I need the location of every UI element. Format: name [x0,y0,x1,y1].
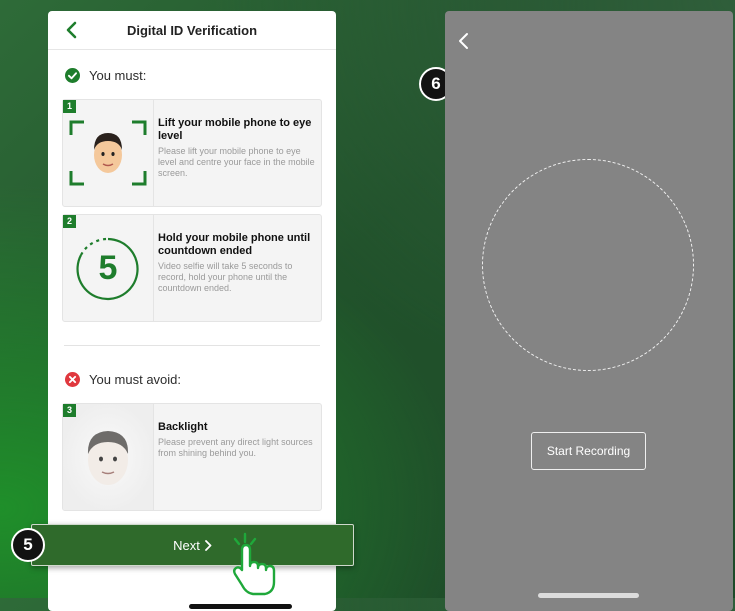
camera-screen: Start Recording [445,11,733,611]
instruction-card-3: 3 Backlight Please prevent any direct li… [62,403,322,511]
step-number: 2 [63,215,76,228]
instruction-description: Please lift your mobile phone to eye lev… [158,146,315,178]
step-number: 1 [63,100,76,113]
avoid-label: You must avoid: [89,372,182,387]
instruction-title: Lift your mobile phone to eye level [158,117,312,142]
section-divider [64,345,320,346]
verification-screen: Digital ID Verification You must: 1 Lift… [48,11,336,611]
countdown-number: 5 [98,249,118,287]
instruction-title: Backlight [158,421,208,433]
next-label: Next [173,537,200,553]
instruction-title: Hold your mobile phone until countdown e… [158,232,311,257]
instruction-description: Please prevent any direct light sources … [158,437,313,458]
instruction-card-2: 5 2 Hold your mobile phone until countdo… [62,214,322,322]
app-header: Digital ID Verification [48,11,336,50]
back-chevron-icon[interactable] [456,32,472,50]
backlight-face-illustration [63,404,154,510]
back-chevron-icon[interactable] [62,20,82,40]
instruction-card-1: 1 Lift your mobile phone to eye level Pl… [62,99,322,207]
page-title: Digital ID Verification [126,22,258,38]
home-indicator [538,593,639,598]
x-circle-icon [65,372,80,387]
must-section-heading: You must: [65,68,146,83]
chevron-right-icon [204,539,212,551]
home-indicator [189,604,292,609]
step-number: 3 [63,404,76,417]
check-circle-icon [65,68,80,83]
instruction-description: Video selfie will take 5 seconds to reco… [158,261,293,293]
step-badge-5: 5 [11,528,45,562]
face-frame-illustration [63,100,154,206]
avoid-section-heading: You must avoid: [65,372,181,387]
next-button[interactable]: Next [31,524,354,566]
hand-pointer-icon [233,532,276,596]
countdown-illustration: 5 [63,215,154,321]
must-label: You must: [89,68,147,83]
start-recording-button[interactable]: Start Recording [531,432,646,470]
face-guide-circle [482,159,694,371]
